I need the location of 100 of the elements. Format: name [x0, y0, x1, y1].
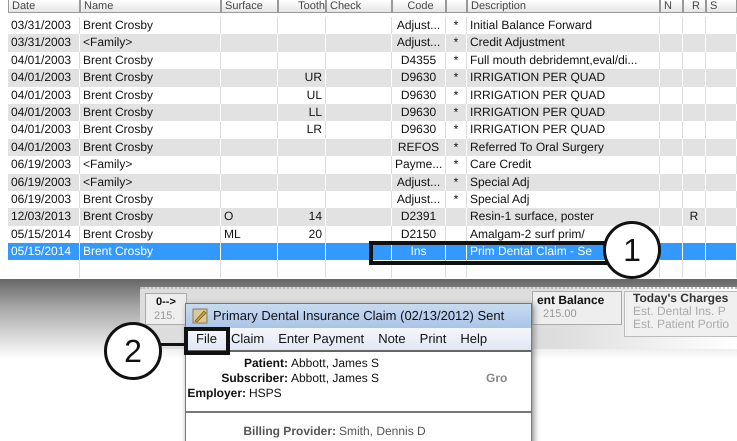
- menu-item[interactable]: Enter Payment: [278, 331, 364, 346]
- table-cell: 04/01/2003: [11, 122, 72, 136]
- table-row[interactable]: 12/03/2013 Brent Crosby O 14 D2391 Resin-1 surface, poster R: [8, 208, 737, 226]
- table-cell: 05/15/2014: [11, 226, 72, 241]
- todays-charges-title: Today's Charges: [633, 292, 730, 305]
- field-label: Patient:: [242, 356, 288, 371]
- table-cell: 03/31/2003: [11, 18, 72, 32]
- table-cell: Brent Crosby: [83, 104, 154, 119]
- table-cell: UR: [304, 70, 322, 84]
- table-cell: Prim Dental Claim - Se: [470, 244, 592, 258]
- table-cell: Brent Crosby: [83, 192, 154, 206]
- field-value: Abbott, James S: [290, 356, 380, 371]
- column-header[interactable]: S: [706, 0, 737, 13]
- table-cell: Full mouth debridemnt,eval/di...: [470, 52, 638, 67]
- window-title: Primary Dental Insurance Claim (02/13/2012) Sent: [213, 308, 504, 324]
- menu-item[interactable]: Note: [378, 331, 406, 346]
- column-header[interactable]: [446, 0, 467, 13]
- table-cell: 04/01/2003: [11, 70, 72, 84]
- tab-value: 215.: [154, 310, 176, 322]
- group-label: Gro: [486, 370, 508, 385]
- table-cell: Credit Adjustment: [470, 35, 565, 50]
- table-cell: Adjust...: [396, 18, 440, 32]
- column-header[interactable]: Date: [8, 0, 80, 13]
- table-row[interactable]: 04/01/2003 Brent Crosby UR D9630 * IRRIGATION PER QUAD: [8, 69, 737, 87]
- field-value: Smith, Dennis D: [338, 422, 426, 439]
- table-cell: Special Adj: [470, 192, 530, 206]
- table-cell: 06/19/2003: [11, 192, 72, 206]
- table-cell: LR: [306, 122, 322, 136]
- table-cell: Adjust...: [396, 174, 440, 189]
- table-cell: 03/31/2003: [11, 35, 72, 50]
- tab-label: 0-->: [156, 296, 176, 308]
- table-cell: D9630: [400, 122, 436, 136]
- table-cell: Care Credit: [470, 157, 532, 172]
- table-cell: 04/01/2003: [11, 52, 72, 67]
- table-cell: Resin-1 surface, poster: [470, 209, 594, 224]
- balance-label: ent Balance: [537, 292, 604, 307]
- column-header[interactable]: Surface: [221, 0, 278, 13]
- field-label: Billing Provider:: [242, 422, 336, 439]
- balance-value: 215.00: [543, 308, 577, 320]
- table-row[interactable]: 03/31/2003 <Family> Adjust... * Credit Adjustment: [8, 34, 737, 52]
- table-cell: Brent Crosby: [83, 209, 154, 224]
- table-cell: Brent Crosby: [83, 70, 154, 84]
- table-cell: <Family>: [83, 174, 132, 189]
- table-cell: 06/19/2003: [11, 174, 72, 189]
- table-cell: Ins: [410, 244, 426, 258]
- table-cell: R: [690, 209, 698, 224]
- menu-item[interactable]: Claim: [230, 331, 264, 346]
- column-header[interactable]: R: [683, 0, 706, 13]
- table-cell: Adjust...: [396, 35, 440, 50]
- table-cell: Brent Crosby: [83, 226, 154, 241]
- table-cell: *: [454, 18, 458, 32]
- table-cell: Brent Crosby: [83, 140, 154, 154]
- field-value: HSPS: [248, 386, 282, 401]
- table-cell: Brent Crosby: [83, 122, 154, 136]
- table-cell: IRRIGATION PER QUAD: [470, 104, 606, 119]
- leader-line: [161, 343, 184, 346]
- table-cell: 12/03/2013: [11, 209, 72, 224]
- table-cell: ML: [224, 226, 241, 241]
- pencil-icon: [192, 308, 208, 324]
- table-cell: 04/01/2003: [11, 88, 72, 102]
- field-label: Employer:: [186, 386, 246, 401]
- column-header[interactable]: Tooth: [278, 0, 326, 13]
- menu-item[interactable]: File: [196, 331, 217, 346]
- callout-frame: [184, 327, 230, 355]
- column-header[interactable]: N: [660, 0, 683, 13]
- menu-item[interactable]: Print: [420, 331, 446, 346]
- table-row[interactable]: 06/19/2003 <Family> Adjust... * Special Adj: [8, 174, 737, 191]
- table-cell: *: [454, 88, 458, 102]
- callout-number: 1: [603, 221, 661, 279]
- charge-label: Est. Dental Ins. P: [633, 304, 726, 318]
- table-cell: Brent Crosby: [83, 88, 154, 102]
- table-cell: *: [454, 174, 458, 189]
- field-value: Abbott, James S: [290, 370, 380, 386]
- table-cell: *: [454, 192, 458, 206]
- table-cell: 06/19/2003: [11, 157, 72, 172]
- table-cell: 20: [308, 226, 322, 241]
- table-cell: IRRIGATION PER QUAD: [470, 88, 606, 102]
- table-cell: *: [454, 122, 458, 136]
- menu-item[interactable]: Help: [460, 331, 488, 346]
- table-cell: Brent Crosby: [83, 244, 154, 258]
- table-cell: *: [454, 52, 458, 67]
- table-row[interactable]: 04/01/2003 Brent Crosby LL D9630 * IRRIGATION PER QUAD: [8, 104, 737, 122]
- field-label: Subscriber:: [220, 370, 288, 386]
- table-cell: *: [454, 104, 458, 119]
- table-cell: Special Adj: [470, 174, 530, 189]
- table-cell: IRRIGATION PER QUAD: [470, 122, 606, 136]
- table-cell: <Family>: [83, 35, 132, 50]
- column-header[interactable]: Check: [326, 0, 392, 13]
- table-cell: Referred To Oral Surgery: [470, 140, 604, 154]
- column-header[interactable]: Code: [392, 0, 446, 13]
- table-cell: D2150: [400, 226, 436, 241]
- panel-tab[interactable]: 0--> 215.: [145, 292, 187, 325]
- table-cell: D2391: [400, 209, 436, 224]
- table-cell: *: [454, 35, 458, 50]
- column-header[interactable]: Name: [80, 0, 221, 13]
- column-header[interactable]: Description: [467, 0, 660, 13]
- table-cell: Initial Balance Forward: [470, 18, 592, 32]
- table-row[interactable]: 04/01/2003 Brent Crosby REFOS * Referred To Oral Surgery: [8, 138, 737, 156]
- table-cell: Brent Crosby: [83, 52, 154, 67]
- table-cell: Adjust...: [396, 192, 440, 206]
